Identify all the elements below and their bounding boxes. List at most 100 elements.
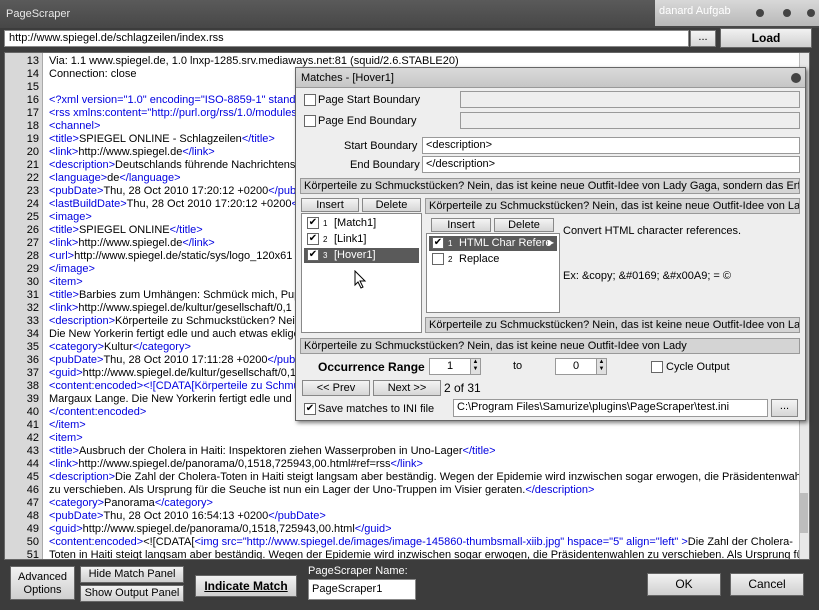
prev-button[interactable]: << Prev	[302, 380, 370, 396]
source-line: <item>	[49, 276, 83, 288]
url-input[interactable]: http://www.spiegel.de/schlagzeilen/index…	[4, 30, 689, 47]
page-end-label: Page End Boundary	[318, 115, 417, 127]
source-line: <pubDate>Thu, 28 Oct 2010 16:54:13 +0200…	[49, 510, 326, 522]
indicate-match-button[interactable]: Indicate Match	[195, 575, 297, 597]
cycle-output-label: Cycle Output	[666, 361, 730, 373]
filter-insert-button[interactable]: Insert	[431, 218, 491, 232]
match-checkbox[interactable]: ✔	[307, 233, 319, 245]
source-line: <guid>http://www.spiegel.de/panorama/0,1…	[49, 523, 392, 535]
maximize-icon[interactable]	[783, 9, 791, 17]
source-line: <link>http://www.spiegel.de</link>	[49, 146, 215, 158]
pagescraper-name-label: PageScraper Name:	[308, 565, 408, 577]
list-item[interactable]: 2 Replace	[429, 252, 557, 267]
source-line: Connection: close	[49, 68, 137, 80]
filter-checkbox[interactable]: ✔	[432, 237, 444, 249]
end-boundary-input[interactable]: </description>	[422, 156, 800, 173]
save-matches-label: Save matches to INI file	[318, 403, 435, 415]
cycle-output-checkbox[interactable]	[651, 361, 663, 373]
ini-path-input[interactable]: C:\Program Files\Samurize\plugins\PageSc…	[453, 399, 768, 417]
advanced-options-button[interactable]: Advanced Options	[10, 566, 75, 600]
line-number: 13	[26, 55, 39, 67]
end-boundary-label: End Boundary	[350, 159, 420, 171]
source-line: <?xml version="1.0" encoding="ISO-8859-1…	[49, 94, 302, 106]
source-line: zu verschieben. Als Ursprung für die Seu…	[49, 484, 595, 496]
source-line: <rss xmlns:content="http://purl.org/rss/…	[49, 107, 297, 119]
line-number: 41	[26, 419, 39, 431]
url-browse-button[interactable]: ...	[690, 30, 716, 47]
occurrence-to-label: to	[513, 360, 523, 372]
line-number: 49	[26, 523, 39, 535]
cancel-button[interactable]: Cancel	[730, 573, 804, 596]
window-title: PageScraper	[6, 8, 71, 20]
line-number: 31	[26, 289, 39, 301]
page-start-input[interactable]	[460, 91, 800, 108]
load-button[interactable]: Load	[720, 28, 812, 48]
source-line: <title>Barbies zum Umhängen: Schmück mic…	[49, 289, 307, 301]
match-delete-button[interactable]: Delete	[362, 198, 421, 212]
filter-delete-button[interactable]: Delete	[494, 218, 554, 232]
save-matches-checkbox[interactable]: ✔	[304, 403, 316, 415]
source-line: <language>de</language>	[49, 172, 181, 184]
line-number: 26	[26, 224, 39, 236]
source-line: Die New Yorkerin fertigt edle und auch e…	[49, 328, 300, 340]
source-line: Margaux Lange. Die New Yorkerin fertigt …	[49, 393, 301, 405]
match-preview-top: Körperteile zu Schmuckstücken? Nein, das…	[300, 178, 800, 194]
show-output-panel-button[interactable]: Show Output Panel	[80, 585, 184, 602]
line-number: 44	[26, 458, 39, 470]
ok-button[interactable]: OK	[647, 573, 721, 596]
line-number: 38	[26, 380, 39, 392]
close-icon[interactable]	[807, 9, 815, 17]
line-number: 25	[26, 211, 39, 223]
filter-description: Convert HTML character references.	[563, 225, 742, 237]
match-checkbox[interactable]: ✔	[307, 217, 319, 229]
pagescraper-name-input[interactable]: PageScraper1	[308, 579, 416, 600]
background-app-tab[interactable]: danard Aufgab	[655, 0, 819, 26]
mouse-cursor-icon	[354, 270, 367, 289]
page-start-checkbox[interactable]	[304, 94, 316, 106]
line-number: 23	[26, 185, 39, 197]
match-insert-button[interactable]: Insert	[301, 198, 359, 212]
matches-list[interactable]: ✔ 1 [Match1] ✔ 2 [Link1] ✔ 3 [Hover1]	[301, 213, 422, 333]
line-number: 36	[26, 354, 39, 366]
hide-match-panel-button[interactable]: Hide Match Panel	[80, 566, 184, 583]
start-boundary-input[interactable]: <description>	[422, 137, 800, 154]
matches-dialog: Matches - [Hover1] Page Start Boundary P…	[295, 67, 806, 421]
page-start-label: Page Start Boundary	[318, 94, 421, 106]
line-number: 16	[26, 94, 39, 106]
source-line: <link>http://www.spiegel.de/panorama/0,1…	[49, 458, 423, 470]
source-line: <description>Deutschlands führende Nachr…	[49, 159, 302, 171]
page-end-input[interactable]	[460, 112, 800, 129]
occurrence-from-spinner[interactable]: ▲ ▼	[470, 358, 481, 375]
start-boundary-label: Start Boundary	[344, 140, 418, 152]
line-number: 19	[26, 133, 39, 145]
occurrence-to-input[interactable]: 0	[555, 358, 597, 375]
source-line: <url>http://www.spiegel.de/static/sys/lo…	[49, 250, 293, 262]
match-position-text: 2 of 31	[444, 381, 481, 395]
minimize-icon[interactable]	[756, 9, 764, 17]
line-number: 29	[26, 263, 39, 275]
list-item-selected[interactable]: ✔ 3 [Hover1]	[304, 248, 419, 263]
dialog-close-icon[interactable]	[791, 73, 801, 83]
occurrence-from-input[interactable]: 1	[429, 358, 471, 375]
dialog-title: Matches - [Hover1]	[301, 72, 394, 84]
scrollbar-thumb[interactable]	[800, 493, 808, 533]
list-item[interactable]: ✔ 2 [Link1]	[304, 232, 419, 247]
next-button[interactable]: Next >>	[373, 380, 441, 396]
line-number: 51	[26, 549, 39, 560]
source-line: <image>	[49, 211, 92, 223]
filters-list[interactable]: ✔ 1 HTML Char Refere ▶ 2 Replace	[426, 233, 560, 313]
source-line: <link>http://www.spiegel.de/kultur/gesel…	[49, 302, 292, 314]
filter-checkbox[interactable]	[432, 253, 444, 265]
source-line: <guid>http://www.spiegel.de/kultur/gesel…	[49, 367, 297, 379]
background-app-title: danard Aufgab	[659, 5, 731, 17]
ini-browse-button[interactable]: ...	[771, 399, 798, 417]
line-number: 32	[26, 302, 39, 314]
page-end-checkbox[interactable]	[304, 115, 316, 127]
list-item-selected[interactable]: ✔ 1 HTML Char Refere ▶	[429, 236, 557, 251]
occurrence-to-spinner[interactable]: ▲ ▼	[596, 358, 607, 375]
match-checkbox[interactable]: ✔	[307, 249, 319, 261]
line-number: 46	[26, 484, 39, 496]
list-item[interactable]: ✔ 1 [Match1]	[304, 216, 419, 231]
line-number: 45	[26, 471, 39, 483]
match-index: 2	[323, 235, 328, 244]
